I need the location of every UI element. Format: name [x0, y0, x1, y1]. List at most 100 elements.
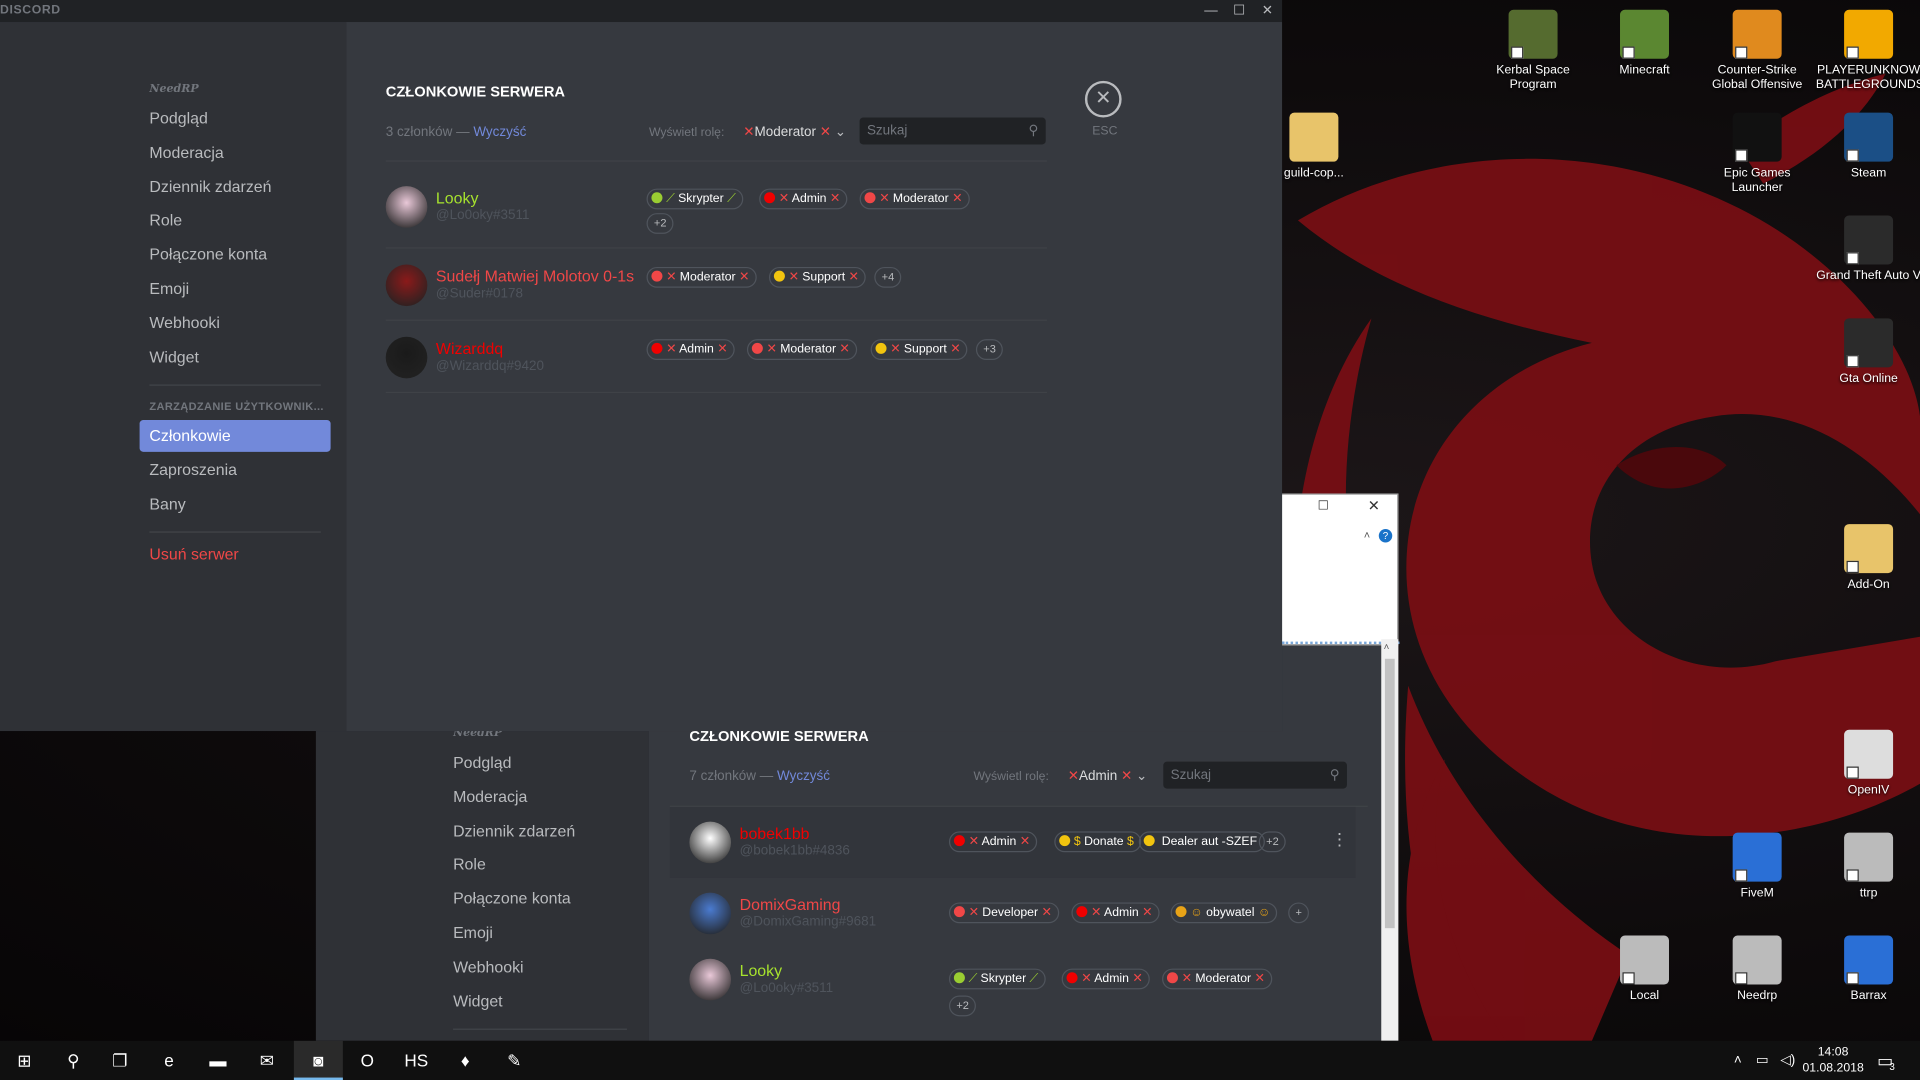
role-pill[interactable]: ✕ Support ✕ [768, 266, 867, 288]
role-pill[interactable]: ✕ Admin ✕ [759, 188, 848, 210]
search-input[interactable]: Szukaj ⚲ [1163, 761, 1347, 789]
remove-role-icon[interactable]: ✕ [836, 343, 849, 356]
desktop-shortcut[interactable]: Local [1592, 935, 1697, 1005]
search-input[interactable]: Szukaj ⚲ [859, 117, 1046, 145]
member-row[interactable]: bobek1bb @bobek1bb#4836 ✕ Admin ✕ $ Donate … [669, 806, 1356, 878]
remove-role-icon[interactable]: ✕ [1129, 972, 1142, 985]
member-row[interactable]: Looky @Lo0oky#3511 ⟋ Skrypter ⟋ ✕ Admin ✕ ✕ … [670, 958, 1356, 1030]
discord-window[interactable]: DISCORD — ☐ ✕ NeedRP Podgląd Moderacja Dzi… [0, 0, 1283, 732]
remove-role-icon[interactable]: ✕ [1091, 906, 1104, 919]
remove-role-icon[interactable]: ⟋ [666, 192, 678, 205]
remove-role-icon[interactable]: ✕ [890, 343, 904, 356]
desktop-shortcut[interactable]: Steam [1816, 112, 1920, 182]
remove-role-icon[interactable]: $ [1124, 835, 1134, 848]
member-row[interactable]: Sudełj Matwiej Molotov 0-1s @Suder#0178 ✕ … [385, 264, 1072, 335]
desktop-shortcut[interactable]: Gta Online [1816, 318, 1920, 387]
desktop-shortcut[interactable]: ttrp [1816, 832, 1920, 902]
mail-icon[interactable]: ✉ [242, 1041, 291, 1080]
role-pill[interactable]: ✕ Moderator ✕ [646, 266, 757, 288]
role-pill[interactable]: Dealer aut -SZEF [1138, 831, 1265, 853]
scrollbar[interactable]: ˄ [1381, 639, 1399, 1041]
desktop-shortcut[interactable]: Needrp [1705, 935, 1810, 1005]
sidebar-item-widget[interactable]: Widget [443, 985, 634, 1017]
avatar[interactable] [385, 264, 428, 307]
desktop-shortcut[interactable]: PLAYERUNKNOW BATTLEGROUNDS [1816, 9, 1920, 93]
edge-icon[interactable]: e [144, 1041, 193, 1080]
opera-icon[interactable]: O [343, 1041, 392, 1080]
notifications-icon[interactable]: ▭ [1877, 1041, 1893, 1080]
scrollbar-thumb[interactable] [1384, 658, 1395, 929]
remove-role-icon[interactable]: ✕ [969, 906, 983, 919]
remove-role-icon[interactable]: ⟋ [724, 192, 736, 205]
avatar[interactable] [689, 958, 732, 1001]
member-row[interactable]: DomixGaming @DomixGaming#9681 ✕ Developer … [670, 892, 1356, 964]
role-pill[interactable]: ✕ Developer ✕ [948, 902, 1060, 924]
remove-role-icon[interactable]: ⟋ [1026, 972, 1039, 985]
small-dialog-window[interactable]: ☐ ✕ ˄ ? [1280, 493, 1400, 646]
desktop-shortcut[interactable]: OpenIV [1816, 729, 1920, 799]
member-row[interactable]: Wizarddq @Wizarddq#9420 ✕ Admin ✕ ✕ Moderat… [385, 336, 1072, 408]
role-pill[interactable]: ✕ Moderator ✕ [746, 339, 858, 361]
help-icon[interactable]: ? [1378, 528, 1393, 543]
maximize-button[interactable]: ☐ [1226, 0, 1253, 22]
more-roles-badge[interactable]: +2 [1258, 831, 1287, 853]
remove-role-icon[interactable]: ✕ [736, 271, 749, 284]
remove-role-icon[interactable]: $ [1074, 835, 1084, 848]
role-pill[interactable]: ✕ Admin ✕ [646, 339, 735, 361]
delete-server-button[interactable]: Usuń serwer [140, 539, 331, 571]
remove-role-icon[interactable]: ✕ [969, 835, 982, 848]
search-icon[interactable]: ⚲ [49, 1041, 98, 1080]
remove-role-icon[interactable]: ✕ [1016, 835, 1030, 848]
volume-icon[interactable]: ◁) [1780, 1041, 1795, 1080]
remove-role-icon[interactable]: ☺ [1254, 906, 1271, 919]
role-pill[interactable]: ✕ Moderator ✕ [859, 188, 970, 210]
hs-icon[interactable]: HS [392, 1041, 441, 1080]
role-pill[interactable]: ✕ Moderator ✕ [1162, 968, 1273, 990]
remove-role-icon[interactable]: ☺ [1190, 906, 1206, 919]
file-explorer-icon[interactable]: ▬ [193, 1041, 242, 1080]
minimize-button[interactable]: — [1198, 0, 1225, 22]
sidebar-item-dziennik-zdarzeń[interactable]: Dziennik zdarzeń [443, 815, 634, 847]
remove-role-icon[interactable]: ✕ [949, 192, 962, 205]
close-settings-button[interactable]: ✕ [1084, 80, 1122, 118]
remove-role-icon[interactable]: ✕ [779, 192, 792, 205]
more-options-icon[interactable]: ⋮ [1331, 829, 1348, 850]
desktop-shortcut[interactable]: Minecraft [1592, 9, 1697, 79]
sidebar-item-bany[interactable]: Bany [140, 488, 331, 520]
clock[interactable]: 14:08 01.08.2018 [1802, 1044, 1863, 1076]
desktop-shortcut[interactable]: Kerbal Space Program [1480, 9, 1585, 93]
close-icon[interactable]: ✕ [1368, 497, 1380, 514]
network-icon[interactable]: ▭ [1756, 1041, 1769, 1080]
sidebar-item-moderacja[interactable]: Moderacja [443, 781, 634, 813]
remove-role-icon[interactable]: ✕ [1139, 906, 1152, 919]
more-roles-badge[interactable]: +4 [874, 266, 902, 288]
role-pill[interactable]: ⟋ Skrypter ⟋ [948, 968, 1046, 990]
scroll-up-icon[interactable]: ˄ [1384, 642, 1390, 653]
role-pill[interactable]: ✕ Admin ✕ [1071, 902, 1160, 924]
desktop-shortcut[interactable]: Counter-Strike Global Offensive [1705, 9, 1810, 93]
sidebar-item-członkowie[interactable]: Członkowie [139, 420, 331, 452]
chevron-up-icon[interactable]: ˄ [1734, 1041, 1742, 1080]
avatar[interactable] [385, 186, 428, 228]
remove-role-icon[interactable]: ✕ [826, 192, 840, 205]
windows-start-icon[interactable]: ⊞ [0, 1041, 49, 1080]
avatar[interactable] [689, 892, 732, 935]
remove-role-icon[interactable]: ✕ [1038, 906, 1051, 919]
more-roles-badge[interactable]: +3 [975, 339, 1004, 361]
desktop-shortcut[interactable]: Epic Games Launcher [1705, 112, 1810, 196]
sidebar-item-moderacja[interactable]: Moderacja [140, 137, 331, 169]
clear-link[interactable]: Wyczyść [473, 125, 526, 140]
remove-role-icon[interactable]: ✕ [879, 192, 893, 205]
more-roles-badge[interactable]: +2 [646, 213, 674, 234]
role-pill[interactable]: ✕ Admin ✕ [1061, 968, 1150, 990]
desktop-shortcut[interactable]: Grand Theft Auto V [1816, 215, 1920, 285]
more-roles-badge[interactable]: +2 [948, 995, 977, 1017]
sidebar-item-emoji[interactable]: Emoji [140, 273, 331, 305]
remove-role-icon[interactable]: ✕ [789, 271, 803, 284]
chevron-up-icon[interactable]: ˄ [1364, 529, 1370, 541]
remove-role-icon[interactable]: ✕ [845, 271, 859, 284]
more-roles-badge[interactable]: + [1288, 902, 1310, 924]
sidebar-item-webhooki[interactable]: Webhooki [140, 307, 331, 339]
sidebar-item-emoji[interactable]: Emoji [443, 917, 634, 949]
sidebar-item-podgląd[interactable]: Podgląd [443, 747, 634, 779]
